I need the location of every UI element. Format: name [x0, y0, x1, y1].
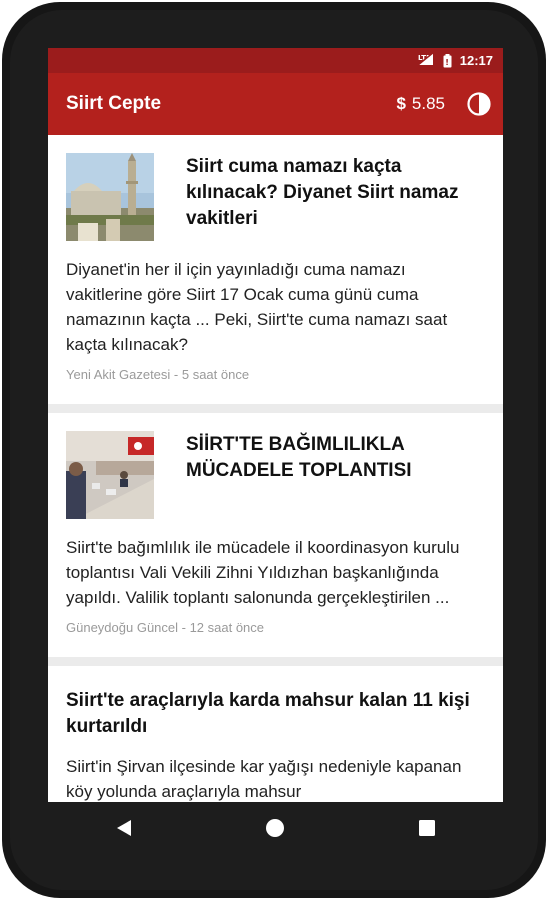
article-summary: Diyanet'in her il için yayınladığı cuma …	[66, 260, 448, 354]
news-card[interactable]: Siirt cuma namazı kaçta kılınacak? Diyan…	[48, 135, 503, 404]
app-title: Siirt Cepte	[66, 93, 162, 114]
tablet-device: LTE ! 12:17 Siirt Cepte $5.85 Siirt cuma…	[0, 0, 548, 900]
article-title: Siirt cuma namazı kaçta kılınacak? Diyan…	[186, 156, 459, 229]
svg-text:!: !	[445, 58, 449, 67]
screen: LTE ! 12:17 Siirt Cepte $5.85 Siirt cuma…	[48, 48, 503, 802]
status-bar: LTE ! 12:17	[48, 48, 503, 73]
home-icon[interactable]	[255, 808, 295, 848]
news-card[interactable]: SİİRT'TE BAĞIMLILIKLA MÜCADELE TOPLANTIS…	[48, 413, 503, 657]
contrast-icon[interactable]	[467, 92, 491, 116]
news-card[interactable]: Siirt'te araçlarıyla karda mahsur kalan …	[48, 666, 503, 802]
article-summary: Siirt'te bağımlılık ile mücadele il koor…	[66, 538, 460, 607]
article-title: Siirt'te araçlarıyla karda mahsur kalan …	[66, 690, 470, 737]
exchange-rate-button[interactable]: $5.85	[396, 94, 445, 114]
dollar-icon: $	[396, 94, 406, 113]
news-feed[interactable]: Siirt cuma namazı kaçta kılınacak? Diyan…	[48, 135, 503, 802]
article-title: SİİRT'TE BAĞIMLILIKLA MÜCADELE TOPLANTIS…	[186, 434, 412, 481]
article-summary: Siirt'in Şirvan ilçesinde kar yağışı ned…	[66, 757, 462, 801]
article-source: Yeni Akit Gazetesi - 5 saat önce	[66, 367, 250, 382]
back-icon[interactable]	[104, 808, 144, 848]
navigation-bar	[48, 802, 503, 854]
clock: 12:17	[459, 53, 493, 68]
mosque-minaret-photo	[66, 153, 154, 241]
exchange-rate-value: 5.85	[411, 94, 445, 113]
recents-icon[interactable]	[407, 808, 447, 848]
article-source: Güneydoğu Güncel - 12 saat önce	[66, 620, 265, 635]
signal-lte-icon: LTE	[417, 51, 435, 69]
battery-icon: !	[443, 53, 452, 68]
app-bar: Siirt Cepte $5.85	[48, 73, 503, 135]
meeting-room-photo	[66, 431, 154, 519]
